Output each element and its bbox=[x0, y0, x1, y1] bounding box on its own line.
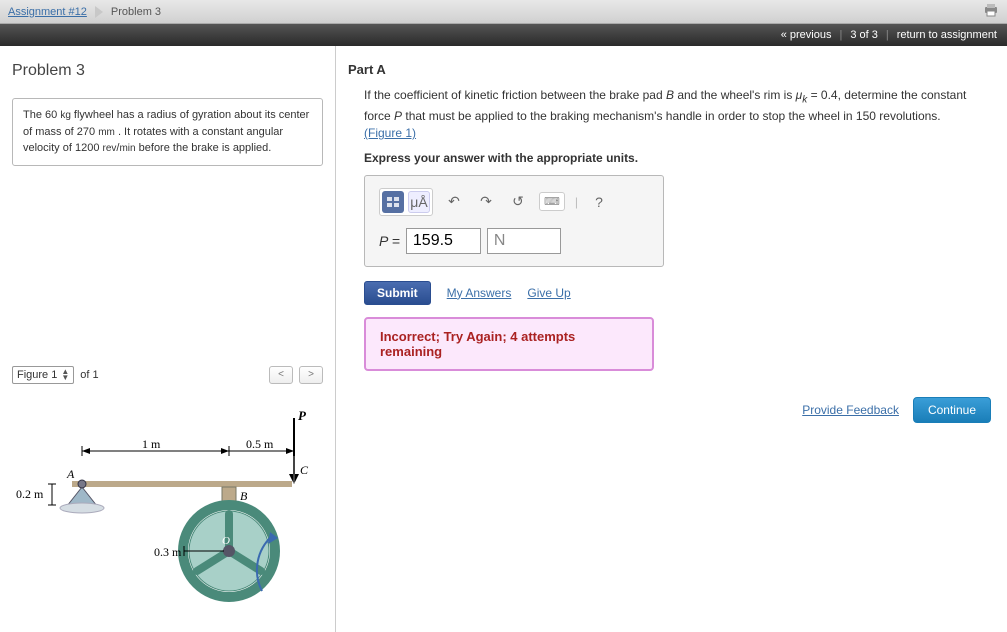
breadcrumb-bar: Assignment #12 Problem 3 bbox=[0, 0, 1007, 24]
answer-unit-input[interactable] bbox=[487, 228, 561, 254]
figure-select[interactable]: Figure 1 ▲▼ bbox=[12, 366, 74, 384]
label-C: C bbox=[300, 463, 309, 477]
figure-prev-button[interactable]: < bbox=[269, 366, 293, 384]
print-icon[interactable] bbox=[983, 3, 999, 20]
text: and the wheel's rim is bbox=[674, 88, 796, 102]
unit-kg: kg bbox=[60, 110, 71, 121]
undo-icon[interactable]: ↶ bbox=[443, 191, 465, 213]
unit-min: min bbox=[119, 143, 135, 154]
figure-of-text: of 1 bbox=[80, 369, 98, 381]
text: The 60 bbox=[23, 109, 60, 121]
updown-icon: ▲▼ bbox=[61, 369, 69, 381]
text: If the coefficient of kinetic friction b… bbox=[364, 88, 666, 102]
answer-toolbar: μÅ ↶ ↷ ↺ ⌨ | ? bbox=[379, 188, 649, 216]
dim-02m: 0.2 m bbox=[16, 487, 44, 501]
toolbar-sep: | bbox=[575, 195, 578, 209]
dim-03m: 0.3 m bbox=[154, 545, 182, 559]
figure-next-button[interactable]: > bbox=[299, 366, 323, 384]
left-column: Problem 3 The 60 kg flywheel has a radiu… bbox=[0, 46, 336, 632]
breadcrumb-current: Problem 3 bbox=[111, 6, 161, 18]
my-answers-link[interactable]: My Answers bbox=[447, 286, 512, 300]
dim-05m: 0.5 m bbox=[246, 437, 274, 451]
template-buttons: μÅ bbox=[379, 188, 433, 216]
figure-selector-bar: Figure 1 ▲▼ of 1 < > bbox=[12, 366, 323, 384]
label-B: B bbox=[240, 489, 248, 503]
keyboard-icon[interactable]: ⌨ bbox=[539, 192, 565, 211]
nav-previous[interactable]: « previous bbox=[777, 29, 836, 41]
label-O: O bbox=[222, 535, 230, 547]
answer-value-input[interactable] bbox=[406, 228, 481, 254]
part-a-title: Part A bbox=[348, 62, 995, 77]
problem-title: Problem 3 bbox=[12, 62, 323, 80]
redo-icon[interactable]: ↷ bbox=[475, 191, 497, 213]
submit-button[interactable]: Submit bbox=[364, 281, 431, 305]
label-P: P bbox=[298, 408, 307, 423]
right-footer: Provide Feedback Continue bbox=[348, 397, 995, 423]
right-column: Part A If the coefficient of kinetic fri… bbox=[336, 46, 1007, 632]
submit-row: Submit My Answers Give Up bbox=[364, 281, 995, 305]
unit-mm: mm bbox=[98, 127, 115, 138]
text: that must be applied to the braking mech… bbox=[402, 109, 941, 123]
nav-bar: « previous | 3 of 3 | return to assignme… bbox=[0, 24, 1007, 46]
answer-box: μÅ ↶ ↷ ↺ ⌨ | ? P = bbox=[364, 175, 664, 267]
figure-select-label: Figure 1 bbox=[17, 369, 57, 381]
continue-button[interactable]: Continue bbox=[913, 397, 991, 423]
reset-icon[interactable]: ↺ bbox=[507, 191, 529, 213]
nav-separator: | bbox=[839, 29, 842, 41]
chevron-right-icon bbox=[95, 6, 103, 18]
unit-rev: rev bbox=[103, 143, 117, 154]
var-B: B bbox=[666, 88, 674, 102]
feedback-incorrect: Incorrect; Try Again; 4 attempts remaini… bbox=[364, 317, 654, 371]
template-button[interactable] bbox=[382, 191, 404, 213]
nav-separator: | bbox=[886, 29, 889, 41]
label-A: A bbox=[66, 467, 75, 481]
dim-1m: 1 m bbox=[142, 437, 161, 451]
help-icon[interactable]: ? bbox=[588, 191, 610, 213]
figure-1-link[interactable]: (Figure 1) bbox=[364, 126, 416, 140]
problem-statement: The 60 kg flywheel has a radius of gyrat… bbox=[12, 98, 323, 166]
units-hint-button[interactable]: μÅ bbox=[408, 191, 430, 213]
part-a-question: If the coefficient of kinetic friction b… bbox=[364, 87, 995, 143]
provide-feedback-link[interactable]: Provide Feedback bbox=[802, 403, 899, 417]
answer-label: P = bbox=[379, 233, 400, 249]
breadcrumb-assignment-link[interactable]: Assignment #12 bbox=[8, 6, 87, 18]
answer-row: P = bbox=[379, 228, 649, 254]
var-P: P bbox=[394, 109, 402, 123]
figure-diagram: P C B A O 1 m 0.5 m 0.2 m 0.3 m bbox=[12, 396, 312, 616]
give-up-link[interactable]: Give Up bbox=[527, 286, 570, 300]
nav-count: 3 of 3 bbox=[846, 29, 882, 41]
nav-return[interactable]: return to assignment bbox=[893, 29, 1001, 41]
express-instruction: Express your answer with the appropriate… bbox=[364, 151, 995, 165]
text: before the brake is applied. bbox=[136, 142, 272, 154]
